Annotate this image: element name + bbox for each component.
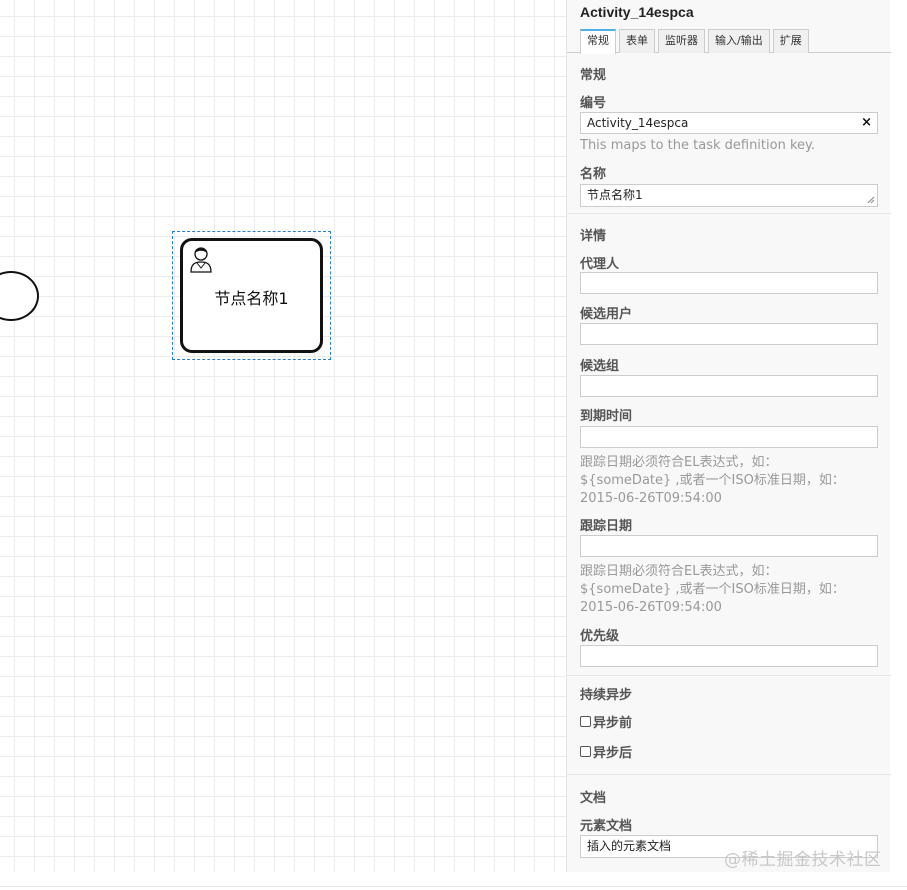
due-date-hint-line: 2015-06-26T09:54:00 [580,491,722,506]
follow-up-hint-line: ${someDate} ,或者一个ISO标准日期，如： [580,582,845,597]
async-before-row[interactable]: 异步前 [580,712,632,731]
priority-label: 优先级 [580,629,620,644]
user-task[interactable]: 节点名称1 [180,238,323,353]
user-icon [190,247,212,273]
follow-up-input[interactable] [580,535,878,557]
candidate-groups-input[interactable] [580,375,878,397]
async-after-label: 异步后 [593,746,633,761]
id-field[interactable]: Activity_14espca × [580,112,878,134]
priority-input[interactable] [580,645,878,667]
properties-panel: Activity_14espca 常规 表单 监听器 输入/输出 扩展 常规 编… [566,0,891,872]
diagram-canvas[interactable]: 节点名称1 [0,0,566,872]
id-hint: This maps to the task definition key. [580,138,815,153]
follow-up-hint-line: 跟踪日期必须符合EL表达式，如： [580,564,778,579]
tab-general[interactable]: 常规 [580,29,616,54]
element-doc-label: 元素文档 [580,819,633,834]
due-date-hint-line: ${someDate} ,或者一个ISO标准日期，如： [580,473,845,488]
candidate-users-input[interactable] [580,323,878,345]
due-date-hint-line: 跟踪日期必须符合EL表达式，如： [580,455,778,470]
section-general-heading: 常规 [580,68,607,83]
resize-grip-icon[interactable] [867,196,875,204]
section-async-heading: 持续异步 [580,688,633,703]
candidate-groups-label: 候选组 [580,359,620,374]
follow-up-label: 跟踪日期 [580,519,633,534]
task-label: 节点名称1 [214,289,289,308]
start-event[interactable] [0,271,39,321]
bottom-divider [0,886,907,887]
candidate-users-label: 候选用户 [580,307,633,322]
divider [567,675,891,676]
section-details-heading: 详情 [580,229,607,244]
watermark: @稀土掘金技术社区 [724,850,882,870]
async-before-label: 异步前 [593,716,633,731]
follow-up-hint: 跟踪日期必须符合EL表达式，如： ${someDate} ,或者一个ISO标准日… [580,563,880,617]
tab-input-output[interactable]: 输入/输出 [708,29,770,53]
assignee-input[interactable] [580,272,878,294]
divider [567,213,891,214]
due-date-label: 到期时间 [580,409,633,424]
name-value: 节点名称1 [587,188,643,202]
due-date-hint: 跟踪日期必须符合EL表达式，如： ${someDate} ,或者一个ISO标准日… [580,454,880,508]
async-after-row[interactable]: 异步后 [580,742,632,761]
name-field[interactable]: 节点名称1 [580,184,878,207]
id-value: Activity_14espca [587,116,689,130]
panel-title: Activity_14espca [580,4,694,20]
tab-listeners[interactable]: 监听器 [658,29,705,53]
async-before-checkbox[interactable] [580,716,591,727]
assignee-label: 代理人 [580,257,620,272]
clear-icon[interactable]: × [861,113,872,133]
name-label: 名称 [580,167,607,182]
tab-form[interactable]: 表单 [619,29,655,53]
follow-up-hint-line: 2015-06-26T09:54:00 [580,600,722,615]
id-label: 编号 [580,96,607,111]
divider [567,774,891,775]
tab-bar: 常规 表单 监听器 输入/输出 扩展 [567,29,891,54]
tab-extensions[interactable]: 扩展 [772,29,809,53]
async-after-checkbox[interactable] [580,746,591,757]
section-documentation-heading: 文档 [580,791,607,806]
due-date-input[interactable] [580,426,878,448]
